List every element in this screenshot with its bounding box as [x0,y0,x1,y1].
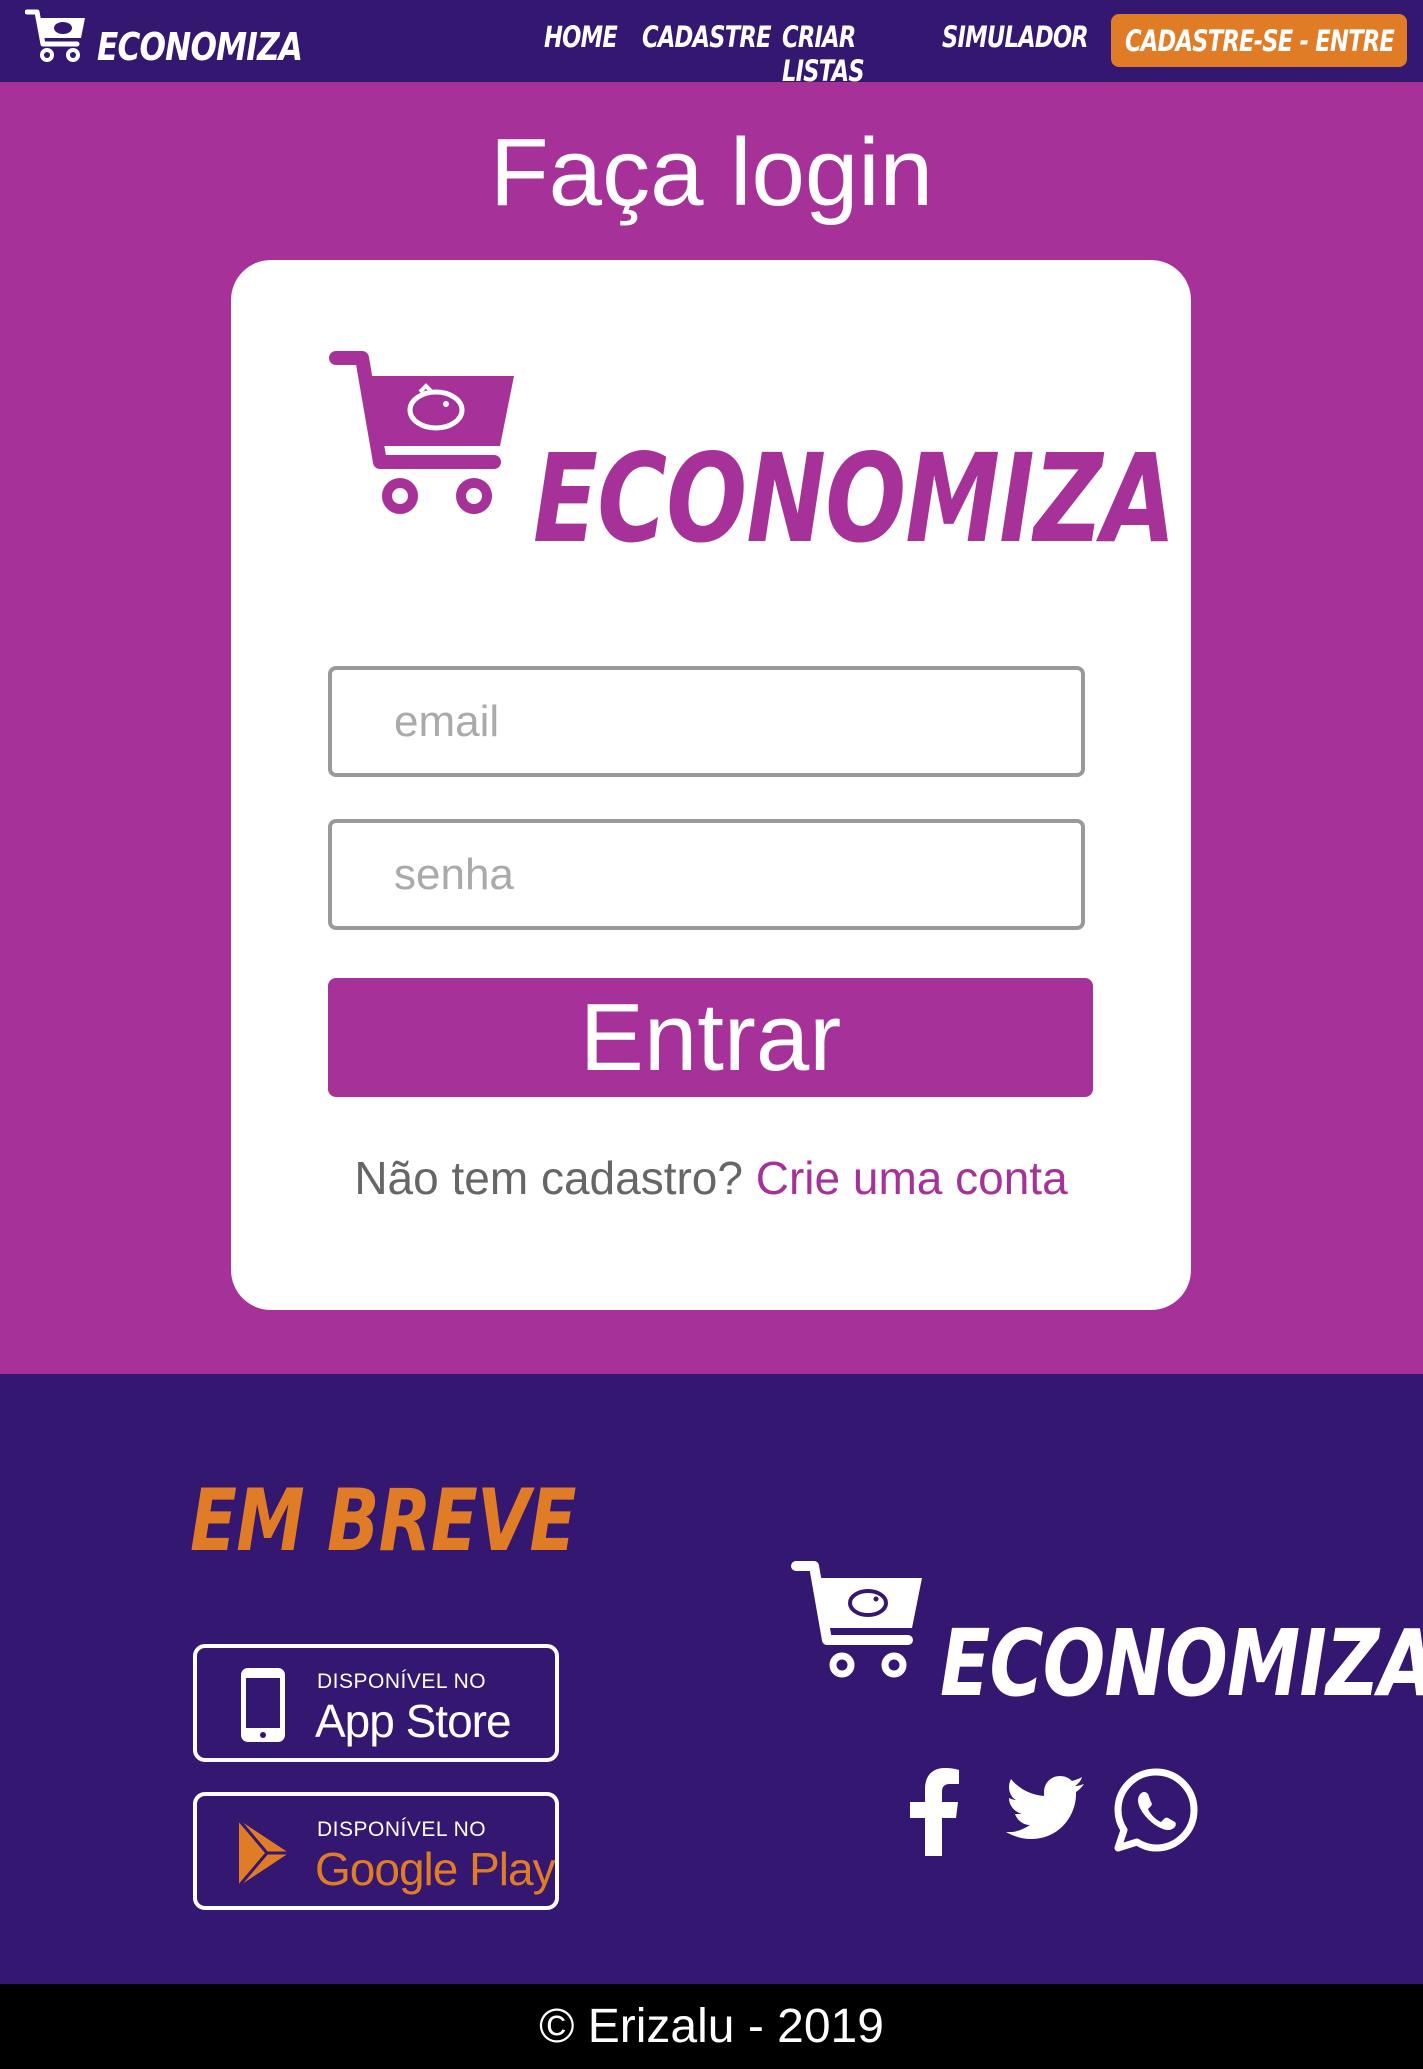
card-logo: ECONOMIZA [328,350,1176,560]
header-logo[interactable]: ECONOMIZA [25,8,347,69]
signup-login-label: CADASTRE-SE - ENTRE [1124,23,1394,58]
signup-prompt-text: Não tem cadastro? [354,1152,743,1204]
header-brand-name: ECONOMIZA [97,25,303,69]
smartphone-icon [241,1668,285,1742]
play-store-icon [237,1819,289,1887]
cart-piggy-icon [329,351,514,514]
copyright: © Erizalu - 2019 [0,1984,1423,2069]
signup-prompt: Não tem cadastro? Crie uma conta [231,1151,1191,1205]
google-play-label: Google Play [315,1843,556,1895]
app-store-badge[interactable]: DISPONÍVEL NO App Store [193,1644,559,1762]
nav-criar-listas[interactable]: CRIAR LISTAS [782,20,916,88]
facebook-icon[interactable] [906,1768,960,1856]
card-brand-name: ECONOMIZA [533,428,1176,570]
main-nav: HOME CADASTRE CRIAR LISTAS SIMULADOR [544,20,1090,88]
app-store-caption: DISPONÍVEL NO [317,1670,487,1693]
google-play-caption: DISPONÍVEL NO [317,1818,487,1841]
login-card: ECONOMIZA Entrar Não tem cadastro? Crie … [231,260,1191,1310]
cart-piggy-icon [25,9,85,62]
nav-cadastre[interactable]: CADASTRE [642,20,772,88]
footer: EM BREVE DISPONÍVEL NO App Store DISPONÍ… [0,1374,1423,1984]
password-input[interactable] [328,819,1085,930]
cart-piggy-icon [791,1561,922,1678]
create-account-link[interactable]: Crie uma conta [756,1152,1068,1204]
page-title: Faça login [490,119,933,226]
footer-brand-name: ECONOMIZA [940,1610,1423,1717]
email-input[interactable] [328,666,1085,777]
twitter-icon[interactable] [1004,1776,1086,1846]
coming-soon-title: EM BREVE [190,1471,576,1571]
signup-login-button[interactable]: CADASTRE-SE - ENTRE [1111,14,1407,67]
nav-simulador[interactable]: SIMULADOR [942,20,1089,88]
login-submit-button[interactable]: Entrar [328,978,1093,1097]
footer-logo: ECONOMIZA [790,1560,1423,1720]
whatsapp-icon[interactable] [1114,1768,1198,1852]
nav-home[interactable]: HOME [544,20,630,88]
google-play-badge[interactable]: DISPONÍVEL NO Google Play [193,1792,559,1910]
top-navbar: ECONOMIZA HOME CADASTRE CRIAR LISTAS SIM… [0,0,1423,88]
app-store-label: App Store [315,1695,512,1747]
